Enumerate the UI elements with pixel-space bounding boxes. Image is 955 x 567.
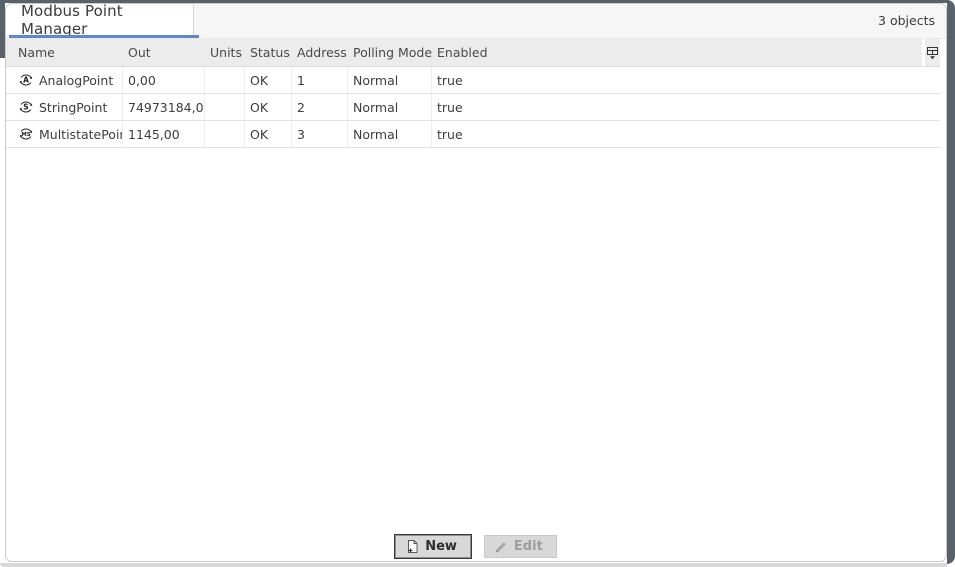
svg-text:A: A (23, 76, 29, 85)
column-header-enabled[interactable]: Enabled (432, 45, 922, 60)
new-button-label: New (425, 539, 457, 554)
active-tab-indicator (9, 35, 199, 38)
cell-enabled: true (432, 94, 922, 120)
cell-units (205, 67, 245, 93)
multistate-point-icon: MS (18, 126, 34, 142)
row-spacer (922, 121, 940, 147)
cell-polling-mode: Normal (348, 121, 432, 147)
column-header-polling-mode[interactable]: Polling Mode (348, 45, 432, 60)
analog-point-icon: A (18, 72, 34, 88)
app-frame-bottom (0, 563, 947, 567)
table-header-row: Name Out Units Status Address Polling Mo… (6, 39, 940, 67)
table-body: A AnalogPoint 0,00 OK 1 Normal true S (6, 67, 946, 148)
cell-enabled: true (432, 121, 922, 147)
cell-enabled: true (432, 67, 922, 93)
cell-out: 74973184,00 (123, 94, 205, 120)
table-options-icon (926, 46, 939, 60)
row-spacer (922, 94, 940, 120)
cell-out: 0,00 (123, 67, 205, 93)
string-point-icon: S (18, 99, 34, 115)
table-row-analogpoint[interactable]: A AnalogPoint 0,00 OK 1 Normal true (6, 67, 940, 94)
point-name: AnalogPoint (39, 73, 113, 88)
cell-polling-mode: Normal (348, 67, 432, 93)
table-row-multistatepoint[interactable]: MS MultistatePoint 1145,00 OK 3 Normal t… (6, 121, 940, 148)
row-spacer (922, 67, 940, 93)
new-button[interactable]: New (395, 535, 471, 558)
table-row-stringpoint[interactable]: S StringPoint 74973184,00 OK 2 Normal tr… (6, 94, 940, 121)
cell-status: OK (245, 94, 292, 120)
page-title: Modbus Point Manager (21, 3, 193, 38)
edit-pencil-icon (494, 540, 508, 554)
cell-address: 2 (292, 94, 348, 120)
edit-button-label: Edit (514, 539, 543, 554)
cell-units (205, 94, 245, 120)
cell-address: 1 (292, 67, 348, 93)
point-name: MultistatePoint (39, 127, 123, 142)
cell-status: OK (245, 121, 292, 147)
action-bar: New Edit (6, 535, 946, 558)
edit-button[interactable]: Edit (484, 535, 557, 558)
new-document-icon (405, 539, 419, 554)
object-count-label: 3 objects (878, 13, 935, 28)
cell-polling-mode: Normal (348, 94, 432, 120)
cell-units (205, 121, 245, 147)
column-header-status[interactable]: Status (245, 45, 292, 60)
column-header-name[interactable]: Name (6, 45, 123, 60)
svg-text:MS: MS (21, 132, 30, 138)
point-name: StringPoint (39, 100, 107, 115)
table-options-button[interactable] (922, 39, 940, 66)
tab-bar: Modbus Point Manager 3 objects (6, 4, 946, 39)
app-frame-right (947, 0, 955, 564)
column-header-out[interactable]: Out (123, 45, 205, 60)
cell-out: 1145,00 (123, 121, 205, 147)
cell-address: 3 (292, 121, 348, 147)
svg-text:S: S (23, 103, 28, 112)
modbus-point-manager-panel: Modbus Point Manager 3 objects Name Out … (5, 3, 947, 562)
column-header-units[interactable]: Units (205, 45, 245, 60)
cell-status: OK (245, 67, 292, 93)
tab-modbus-point-manager[interactable]: Modbus Point Manager (6, 4, 194, 35)
column-header-address[interactable]: Address (292, 45, 348, 60)
